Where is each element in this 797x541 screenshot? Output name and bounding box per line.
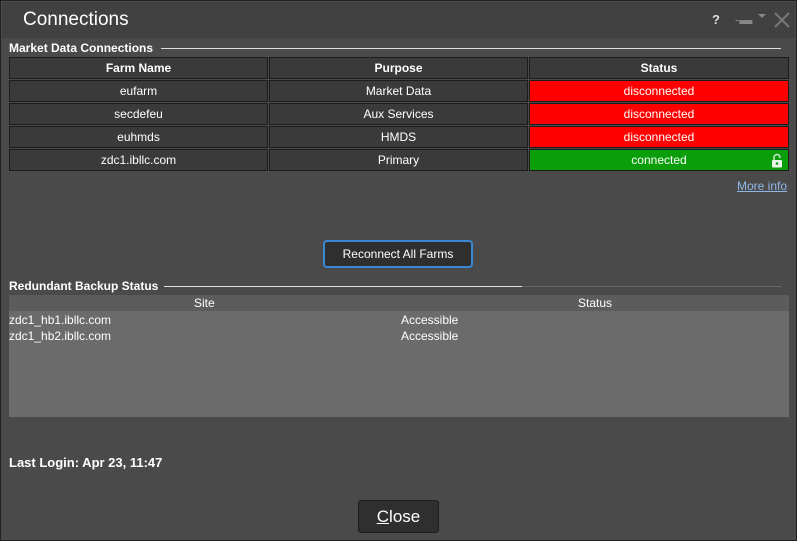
column-header-status: Status bbox=[529, 57, 789, 79]
window-title: Connections bbox=[23, 9, 129, 30]
reconnect-all-farms-button[interactable]: Reconnect All Farms bbox=[323, 240, 473, 268]
section-divider-faded bbox=[522, 286, 781, 287]
site-cell: zdc1_hb2.ibllc.com bbox=[9, 329, 112, 343]
table-row[interactable]: zdc1_hb2.ibllc.com Accessible bbox=[9, 329, 789, 345]
close-mnemonic: C bbox=[376, 506, 390, 526]
lock-icon bbox=[772, 153, 782, 168]
backup-status-heading: Redundant Backup Status bbox=[9, 279, 159, 293]
column-header-purpose: Purpose bbox=[269, 57, 528, 79]
purpose-cell: HMDS bbox=[269, 126, 528, 148]
last-login-text: Last Login: Apr 23, 11:47 bbox=[9, 455, 163, 470]
table-row[interactable]: zdc1.ibllc.com Primary connected bbox=[9, 149, 789, 171]
purpose-cell: Aux Services bbox=[269, 103, 528, 125]
table-row[interactable]: zdc1_hb1.ibllc.com Accessible bbox=[9, 313, 789, 329]
column-header-site: Site bbox=[194, 296, 215, 310]
purpose-cell: Market Data bbox=[269, 80, 528, 102]
table-row[interactable]: eufarm Market Data disconnected bbox=[9, 80, 789, 102]
title-bar[interactable]: Connections ? -▬ bbox=[2, 2, 795, 38]
close-button[interactable]: Close bbox=[358, 500, 439, 533]
status-badge: disconnected bbox=[529, 126, 789, 148]
section-divider bbox=[164, 286, 522, 287]
help-icon[interactable]: ? bbox=[712, 12, 720, 27]
status-cell: Accessible bbox=[401, 329, 459, 343]
section-divider bbox=[161, 48, 781, 49]
purpose-cell: Primary bbox=[269, 149, 528, 171]
more-info-link[interactable]: More info bbox=[737, 179, 787, 193]
market-data-heading: Market Data Connections bbox=[9, 41, 154, 55]
close-icon[interactable] bbox=[772, 10, 792, 30]
close-label-rest: lose bbox=[389, 506, 421, 526]
farm-name-cell: euhmds bbox=[9, 126, 268, 148]
status-cell: Accessible bbox=[401, 313, 459, 327]
connections-window: Connections ? -▬ Market Data Connections… bbox=[0, 0, 797, 541]
pin-icon[interactable]: -▬ bbox=[735, 12, 752, 27]
column-header-farm-name: Farm Name bbox=[9, 57, 268, 79]
status-badge: disconnected bbox=[529, 103, 789, 125]
backup-status-table[interactable]: Site Status zdc1_hb1.ibllc.com Accessibl… bbox=[9, 295, 789, 417]
status-badge: connected bbox=[529, 149, 789, 171]
table-row[interactable]: secdefeu Aux Services disconnected bbox=[9, 103, 789, 125]
backup-header-row: Site Status bbox=[9, 295, 789, 311]
market-data-header-row: Farm Name Purpose Status bbox=[9, 57, 789, 79]
status-text: connected bbox=[631, 153, 687, 167]
farm-name-cell: eufarm bbox=[9, 80, 268, 102]
column-header-status: Status bbox=[578, 296, 613, 310]
farm-name-cell: zdc1.ibllc.com bbox=[9, 149, 268, 171]
farm-name-cell: secdefeu bbox=[9, 103, 268, 125]
status-badge: disconnected bbox=[529, 80, 789, 102]
pin-dropdown-icon[interactable] bbox=[758, 14, 766, 18]
table-row[interactable]: euhmds HMDS disconnected bbox=[9, 126, 789, 148]
site-cell: zdc1_hb1.ibllc.com bbox=[9, 313, 112, 327]
